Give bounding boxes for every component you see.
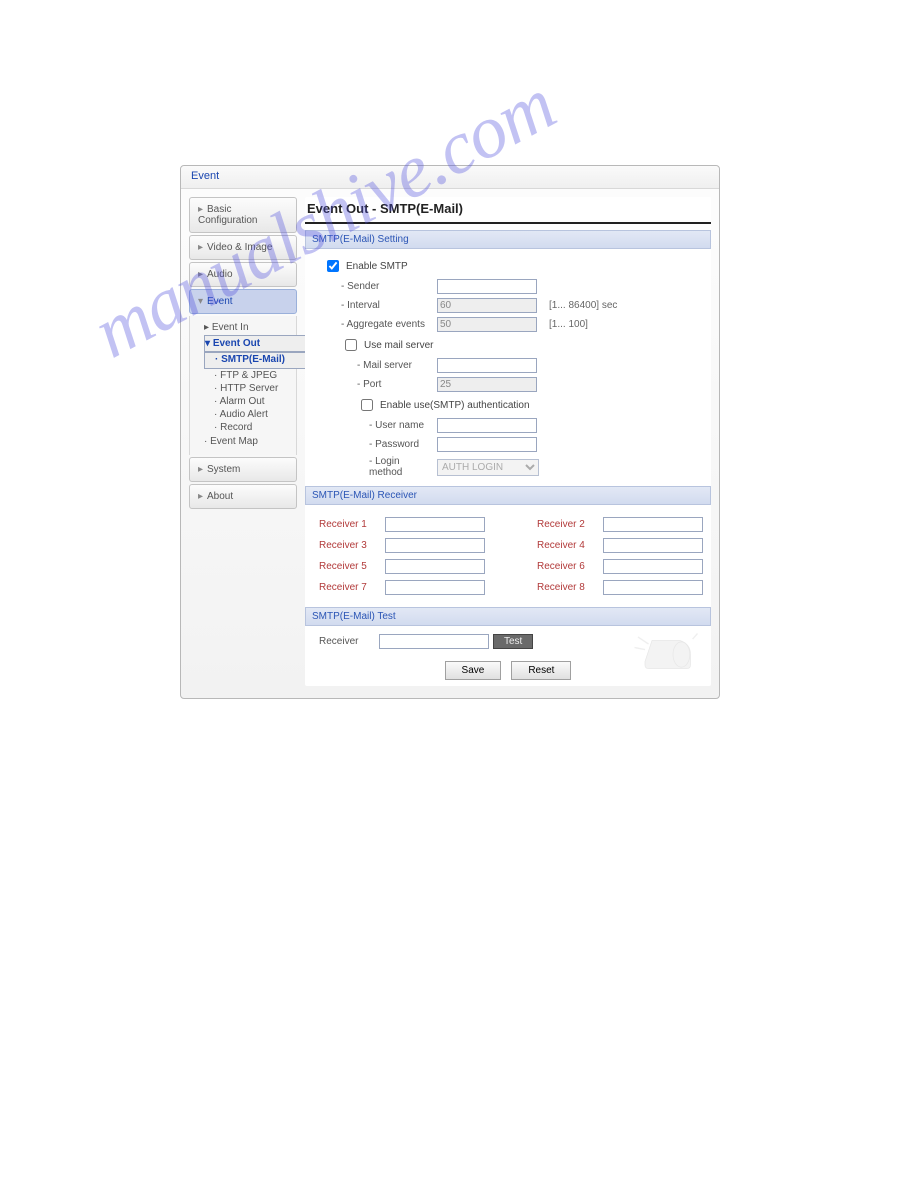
- receiver-6-label: Receiver 6: [537, 561, 597, 572]
- app-window: Event ▸Basic Configuration ▸Video & Imag…: [180, 165, 720, 699]
- sidebar-item-label: Event: [207, 296, 233, 307]
- sender-input[interactable]: [437, 279, 537, 294]
- tree-item-smtp[interactable]: · SMTP(E-Mail): [204, 352, 306, 369]
- enable-smtp-label: Enable SMTP: [346, 261, 408, 272]
- sidebar-item-label: About: [207, 491, 233, 502]
- password-input[interactable]: [437, 437, 537, 452]
- receiver-8-input[interactable]: [603, 580, 703, 595]
- port-label: - Port: [357, 379, 433, 390]
- main-panel: Event Out - SMTP(E-Mail) SMTP(E-Mail) Se…: [305, 197, 711, 686]
- sidebar-item-basic[interactable]: ▸Basic Configuration: [189, 197, 297, 233]
- sidebar-item-event[interactable]: ▾Event: [189, 289, 297, 314]
- tree-item-label: Event Out: [213, 338, 260, 349]
- use-mail-server-checkbox[interactable]: [345, 339, 357, 351]
- receiver-1-label: Receiver 1: [319, 519, 379, 530]
- tree-item-alarm-out[interactable]: · Alarm Out: [204, 395, 290, 408]
- login-method-label: - Login method: [369, 456, 433, 478]
- tree-item-label: Record: [220, 422, 252, 433]
- tree-item-event-map[interactable]: · Event Map: [204, 434, 290, 449]
- sidebar-item-label: Basic Configuration: [198, 204, 257, 226]
- interval-label: - Interval: [341, 300, 433, 311]
- page-title: Event Out - SMTP(E-Mail): [305, 197, 711, 224]
- expand-icon: ▸: [198, 491, 207, 502]
- receiver-7-label: Receiver 7: [319, 582, 379, 593]
- expand-icon: ▸: [198, 464, 207, 475]
- tree-item-record[interactable]: · Record: [204, 421, 290, 434]
- action-row: Save Reset: [305, 651, 711, 686]
- tree-item-label: FTP & JPEG: [220, 370, 277, 381]
- test-receiver-input[interactable]: [379, 634, 489, 649]
- window-title: Event: [181, 166, 719, 189]
- receiver-3-label: Receiver 3: [319, 540, 379, 551]
- password-label: - Password: [369, 439, 433, 450]
- receiver-3-input[interactable]: [385, 538, 485, 553]
- section-header-receiver: SMTP(E-Mail) Receiver: [305, 486, 711, 505]
- tree-item-label: Event Map: [210, 436, 258, 447]
- receiver-1-input[interactable]: [385, 517, 485, 532]
- enable-smtp-checkbox[interactable]: [327, 260, 339, 272]
- tree-item-event-in[interactable]: ▸ Event In: [204, 320, 290, 335]
- receiver-8-label: Receiver 8: [537, 582, 597, 593]
- receiver-grid: Receiver 1 Receiver 2 Receiver 3 Receive…: [305, 511, 711, 601]
- aggregate-input[interactable]: [437, 317, 537, 332]
- tree-item-label: Event In: [212, 322, 249, 333]
- sidebar-item-audio[interactable]: ▸Audio: [189, 262, 297, 287]
- receiver-2-label: Receiver 2: [537, 519, 597, 530]
- sidebar-item-label: Audio: [207, 269, 233, 280]
- event-tree: ▸ Event In ▾ Event Out · SMTP(E-Mail) · …: [189, 316, 297, 455]
- test-receiver-label: Receiver: [319, 636, 375, 647]
- enable-auth-label: Enable use(SMTP) authentication: [380, 400, 530, 411]
- section-header-test: SMTP(E-Mail) Test: [305, 607, 711, 626]
- tree-item-label: Alarm Out: [220, 396, 265, 407]
- receiver-7-input[interactable]: [385, 580, 485, 595]
- enable-auth-checkbox[interactable]: [361, 399, 373, 411]
- mail-server-input[interactable]: [437, 358, 537, 373]
- tree-item-http[interactable]: · HTTP Server: [204, 382, 290, 395]
- sender-label: - Sender: [341, 281, 433, 292]
- receiver-2-input[interactable]: [603, 517, 703, 532]
- expand-icon: ▸: [198, 204, 207, 215]
- tree-item-label: Audio Alert: [220, 409, 268, 420]
- expand-icon: ▸: [198, 269, 207, 280]
- sidebar-item-label: System: [207, 464, 240, 475]
- receiver-5-input[interactable]: [385, 559, 485, 574]
- aggregate-label: - Aggregate events: [341, 319, 433, 330]
- tree-item-event-out[interactable]: ▾ Event Out: [204, 335, 306, 352]
- receiver-6-input[interactable]: [603, 559, 703, 574]
- mail-server-label: - Mail server: [357, 360, 433, 371]
- sidebar-item-label: Video & Image: [207, 242, 272, 253]
- section-header-setting: SMTP(E-Mail) Setting: [305, 230, 711, 249]
- expand-icon: ▸: [198, 242, 207, 253]
- save-button[interactable]: Save: [445, 661, 502, 680]
- sidebar-item-system[interactable]: ▸System: [189, 457, 297, 482]
- receiver-5-label: Receiver 5: [319, 561, 379, 572]
- receiver-4-label: Receiver 4: [537, 540, 597, 551]
- reset-button[interactable]: Reset: [511, 661, 571, 680]
- sidebar: ▸Basic Configuration ▸Video & Image ▸Aud…: [189, 197, 297, 686]
- tree-item-ftp[interactable]: · FTP & JPEG: [204, 369, 290, 382]
- tree-item-label: HTTP Server: [220, 383, 278, 394]
- interval-input[interactable]: [437, 298, 537, 313]
- collapse-icon: ▾: [198, 296, 207, 307]
- login-method-select[interactable]: AUTH LOGIN: [437, 459, 539, 476]
- test-button[interactable]: Test: [493, 634, 533, 649]
- tree-item-label: SMTP(E-Mail): [221, 354, 285, 365]
- port-input[interactable]: [437, 377, 537, 392]
- interval-suffix: [1... 86400] sec: [549, 300, 617, 311]
- aggregate-suffix: [1... 100]: [549, 319, 588, 330]
- use-mail-server-label: Use mail server: [364, 340, 433, 351]
- user-input[interactable]: [437, 418, 537, 433]
- tree-item-audio-alert[interactable]: · Audio Alert: [204, 408, 290, 421]
- sidebar-item-about[interactable]: ▸About: [189, 484, 297, 509]
- sidebar-item-video[interactable]: ▸Video & Image: [189, 235, 297, 260]
- user-label: - User name: [369, 420, 433, 431]
- receiver-4-input[interactable]: [603, 538, 703, 553]
